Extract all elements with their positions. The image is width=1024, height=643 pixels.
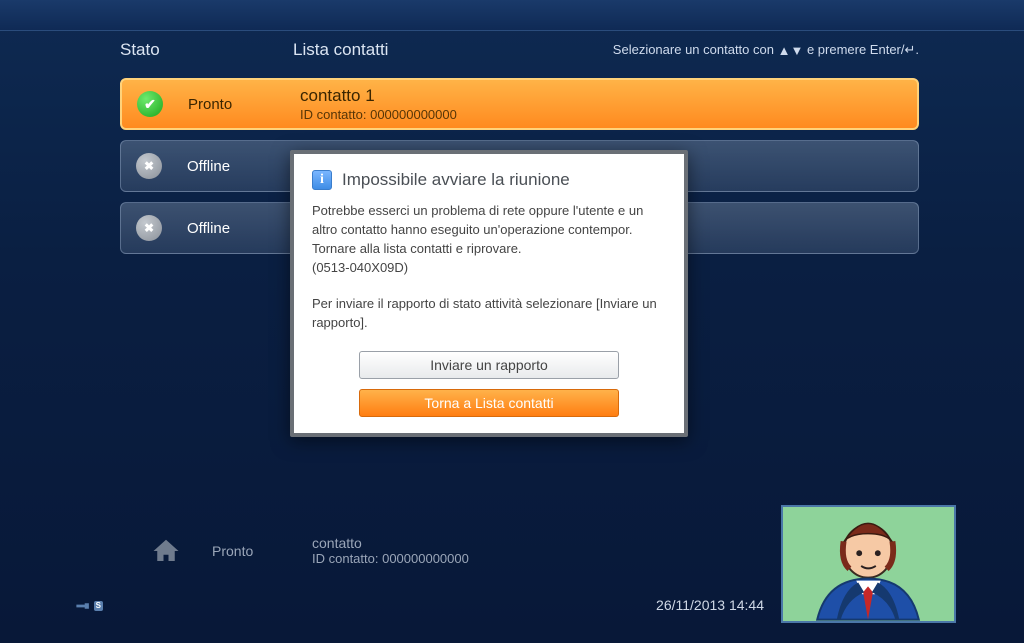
modal-text: Potrebbe esserci un problema di rete opp… — [312, 202, 666, 333]
modal-code: (0513-040X09D) — [312, 259, 666, 278]
footer-contact-id: ID contatto: 000000000000 — [312, 551, 469, 566]
modal-title: Impossibile avviare la riunione — [342, 170, 570, 190]
connection-icon: S — [75, 599, 103, 613]
info-icon: i — [312, 170, 332, 190]
back-to-contacts-button[interactable]: Torna a Lista contatti — [359, 389, 619, 417]
error-modal: i Impossibile avviare la riunione Potreb… — [290, 150, 688, 437]
modal-line1: Potrebbe esserci un problema di rete opp… — [312, 202, 666, 259]
footer-contact-label: contatto — [312, 535, 469, 551]
home-icon — [150, 536, 182, 566]
footer-contact: Pronto contatto ID contatto: 00000000000… — [150, 535, 469, 566]
self-preview — [781, 505, 956, 623]
footer-status: Pronto — [212, 543, 312, 559]
modal-line2: Per inviare il rapporto di stato attivit… — [312, 295, 666, 333]
avatar-icon — [783, 505, 954, 621]
connection-badge: S — [94, 601, 103, 611]
send-report-button[interactable]: Inviare un rapporto — [359, 351, 619, 379]
footer-info: contatto ID contatto: 000000000000 — [312, 535, 469, 566]
clock: 26/11/2013 14:44 — [656, 597, 764, 613]
